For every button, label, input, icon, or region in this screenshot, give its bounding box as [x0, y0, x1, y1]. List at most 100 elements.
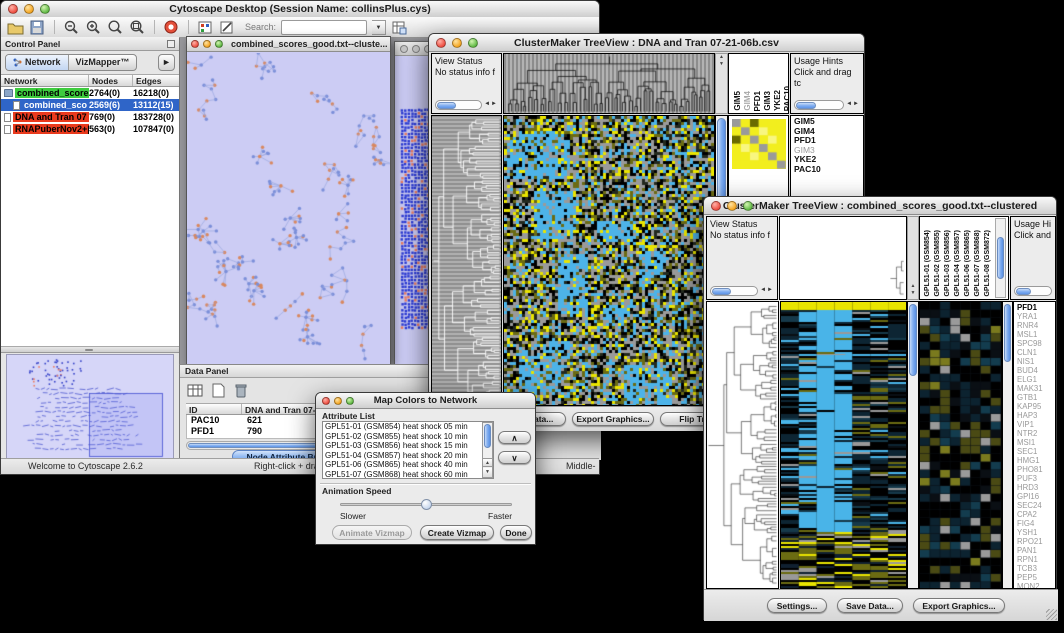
view-status-scrollbar[interactable]: ◄►	[435, 99, 498, 110]
treeview1-heatmap[interactable]	[503, 115, 715, 406]
search-input[interactable]	[281, 20, 367, 35]
gene-label[interactable]: GTB1	[1017, 393, 1055, 402]
treeview2-close-button[interactable]	[711, 201, 721, 211]
search-dropdown-icon[interactable]: ▼	[372, 20, 386, 35]
minimize-button[interactable]	[24, 4, 34, 14]
attribute-list-item[interactable]: GPL51-01 (GSM854) heat shock 05 min	[323, 422, 493, 432]
animate-vizmap-button[interactable]: Animate Vizmap	[332, 525, 412, 540]
column-label[interactable]: GIM4	[743, 91, 752, 111]
gene-label[interactable]: RPN1	[1017, 555, 1055, 564]
import-table-icon[interactable]	[391, 20, 408, 35]
gene-label[interactable]: YRA1	[1017, 312, 1055, 321]
scroll-down-icon[interactable]: ▼	[483, 468, 492, 477]
column-label[interactable]: PAC10	[783, 86, 789, 111]
zoom-out-icon[interactable]	[63, 20, 80, 35]
network-row[interactable]: combined_sco 2569(6) 13112(15)	[1, 99, 179, 111]
inactive-minimize-button[interactable]	[412, 45, 420, 53]
gene-label[interactable]: BUD4	[1017, 366, 1055, 375]
treeview2-title-bar[interactable]: ClusterMaker TreeView : combined_scores_…	[704, 197, 1056, 215]
gene-label[interactable]: HRD3	[1017, 483, 1055, 492]
new-attribute-icon[interactable]	[210, 383, 227, 398]
treeview1-minimize-button[interactable]	[452, 38, 462, 48]
treeview2-top-pane[interactable]	[779, 216, 907, 300]
column-label[interactable]: YKE2	[773, 90, 782, 111]
treeview1-header-scroll-arrows[interactable]: ▲▼	[715, 53, 728, 114]
close-button[interactable]	[8, 4, 18, 14]
zoom-button[interactable]	[40, 4, 50, 14]
vizmapper-icon[interactable]	[197, 20, 214, 35]
scroll-arrows-icon[interactable]: ◄►	[846, 99, 860, 110]
gene-label[interactable]: RNR4	[1017, 321, 1055, 330]
treeview2-row-dendrogram[interactable]	[706, 301, 779, 589]
gene-label[interactable]: GPI16	[1017, 492, 1055, 501]
zoom-selected-icon[interactable]	[107, 20, 124, 35]
similarity-matrix[interactable]	[732, 119, 786, 169]
treeview1-close-button[interactable]	[436, 38, 446, 48]
column-label[interactable]: GPL51-01 (GSM854)	[923, 230, 933, 297]
treeview1-zoom-button[interactable]	[468, 38, 478, 48]
network-row[interactable]: RNAPuberNov2+| 563(0) 107847(0)	[1, 123, 179, 135]
treeview2-minimize-button[interactable]	[727, 201, 737, 211]
gene-label[interactable]: PAC10	[794, 165, 863, 175]
attribute-list-item[interactable]: GPL51-07 (GSM868) heat shock 60 min	[323, 470, 493, 479]
export-graphics-button[interactable]: Export Graphics...	[913, 598, 1005, 613]
annotation-icon[interactable]	[219, 20, 236, 35]
help-icon[interactable]	[163, 20, 180, 35]
usage-hints-scrollbar[interactable]: ◄►	[794, 99, 860, 110]
open-icon[interactable]	[7, 20, 24, 35]
delete-attribute-icon[interactable]	[233, 383, 250, 398]
gene-label[interactable]: CLN1	[1017, 348, 1055, 357]
column-label[interactable]: GIM3	[763, 91, 772, 111]
gene-label[interactable]: PEP5	[1017, 573, 1055, 582]
col-network[interactable]: Network	[1, 75, 89, 86]
gene-label[interactable]: KAP95	[1017, 402, 1055, 411]
column-label[interactable]: GPL51-06 (GSM865)	[963, 230, 973, 297]
treeview2-global-vscrollbar[interactable]	[907, 301, 919, 589]
attribute-list[interactable]: GPL51-01 (GSM854) heat shock 05 min GPL51…	[322, 421, 494, 479]
attribute-list-item[interactable]: GPL51-06 (GSM865) heat shock 40 min	[323, 460, 493, 470]
treeview2-global-heatmap[interactable]	[780, 301, 907, 589]
dialog-close-button[interactable]	[322, 397, 330, 405]
settings-button[interactable]: Settings...	[767, 598, 827, 613]
column-label[interactable]: GIM5	[733, 91, 742, 111]
gene-label[interactable]: NIS1	[1017, 357, 1055, 366]
network-row[interactable]: DNA and Tran 07 769(0) 183728(0)	[1, 111, 179, 123]
slider-thumb[interactable]	[421, 499, 432, 510]
float-panel-icon[interactable]	[167, 40, 175, 48]
gene-label[interactable]: VIP1	[1017, 420, 1055, 429]
select-attributes-icon[interactable]	[187, 383, 204, 398]
main-title-bar[interactable]: Cytoscape Desktop (Session Name: collins…	[1, 1, 599, 18]
inactive-close-button[interactable]	[400, 45, 408, 53]
gene-label[interactable]: FIG4	[1017, 519, 1055, 528]
resize-grip[interactable]	[1046, 609, 1057, 620]
tab-overflow-button[interactable]: ►	[158, 54, 175, 71]
move-up-button[interactable]: ∧	[498, 431, 531, 444]
treeview2-zoom-button[interactable]	[743, 201, 753, 211]
network-overview-canvas[interactable]	[7, 355, 173, 458]
scroll-up-icon[interactable]: ▲	[483, 458, 492, 467]
column-label[interactable]: GPL51-03 (GSM856)	[943, 230, 953, 297]
gene-label[interactable]: ELG1	[1017, 375, 1055, 384]
treeview1-row-dendrogram[interactable]	[431, 115, 502, 406]
done-button[interactable]: Done	[500, 525, 532, 540]
column-label[interactable]: PFD1	[753, 91, 762, 111]
net-window-close-button[interactable]	[191, 40, 199, 48]
zoom-in-icon[interactable]	[85, 20, 102, 35]
treeview2-zoom-heatmap[interactable]	[919, 301, 1002, 589]
gene-label[interactable]: PHO81	[1017, 465, 1055, 474]
network-row[interactable]: combined_scores 2764(0) 16218(0)	[1, 87, 179, 99]
treeview2-labels-vscrollbar[interactable]	[995, 218, 1006, 298]
col-nodes[interactable]: Nodes	[89, 75, 133, 86]
dialog-minimize-button[interactable]	[334, 397, 342, 405]
treeview2-header-scroll-arrows[interactable]: ▲▼	[907, 216, 919, 300]
gene-label[interactable]: PUF3	[1017, 474, 1055, 483]
gene-label[interactable]: MSI1	[1017, 438, 1055, 447]
scroll-arrows-icon[interactable]: ◄►	[484, 99, 498, 110]
move-down-button[interactable]: ∨	[498, 451, 531, 464]
column-label[interactable]: GPL51-08 (GSM872)	[983, 230, 993, 297]
animation-speed-slider[interactable]	[340, 503, 512, 506]
col-edges[interactable]: Edges	[133, 75, 179, 86]
attribute-list-item[interactable]: GPL51-04 (GSM857) heat shock 20 min	[323, 451, 493, 461]
treeview1-top-dendrogram[interactable]	[503, 53, 715, 114]
gene-label[interactable]: MON2	[1017, 582, 1055, 589]
